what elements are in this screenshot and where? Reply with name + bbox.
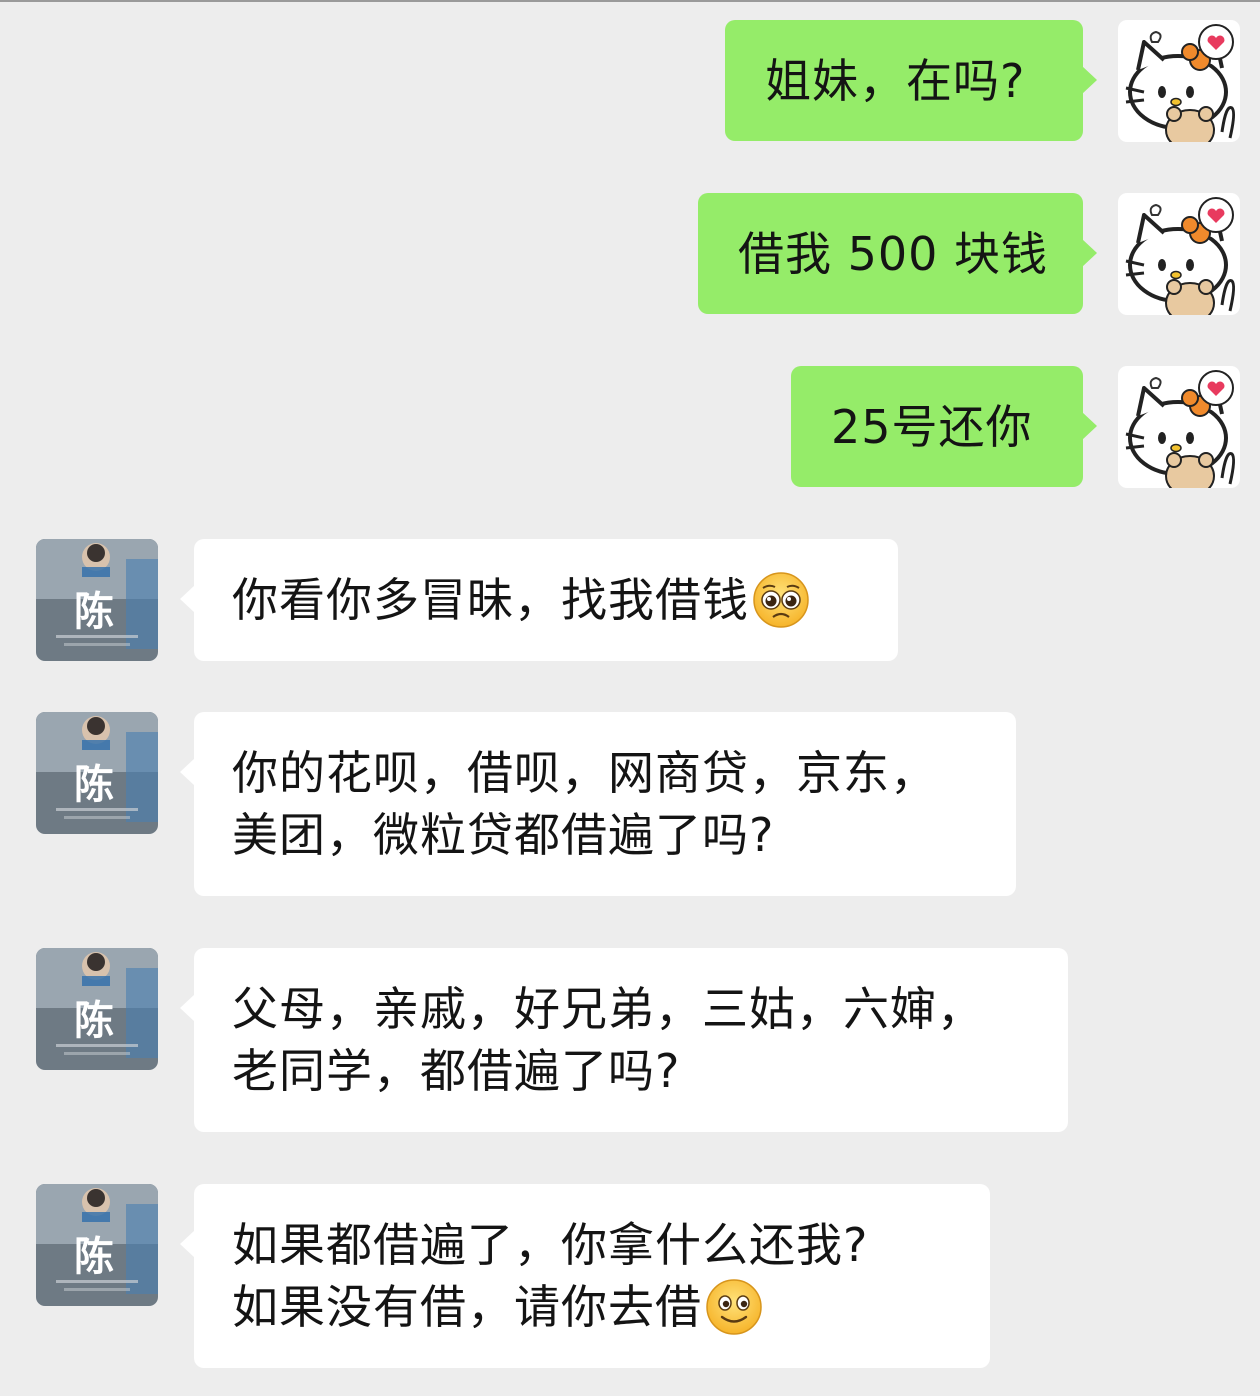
hello-kitty-icon	[1118, 20, 1240, 142]
avatar-character: 陈	[74, 1234, 114, 1280]
sent-message-bubble[interactable]: 姐妹，在吗?	[725, 20, 1097, 141]
message-line: 父母，亲戚，好兄弟，三姑，六婶，	[232, 982, 984, 1036]
pleading-face-icon	[751, 570, 811, 645]
sent-message-bubble[interactable]: 25号还你	[791, 366, 1097, 487]
message-text: 姐妹，在吗?	[765, 54, 1026, 108]
self-avatar[interactable]	[1118, 20, 1240, 142]
received-message-bubble[interactable]: 你的花呗，借呗，网商贷，京东， 美团，微粒贷都借遍了吗?	[180, 712, 1016, 896]
avatar-character: 陈	[74, 998, 114, 1044]
received-message-bubble[interactable]: 如果都借遍了，你拿什么还我? 如果没有借，请你去借	[180, 1184, 990, 1368]
hello-kitty-icon	[1118, 193, 1240, 315]
sent-message-bubble[interactable]: 借我 500 块钱	[698, 193, 1097, 314]
received-message-bubble[interactable]: 你看你多冒昧，找我借钱	[180, 539, 898, 661]
message-text: 借我 500 块钱	[738, 227, 1049, 281]
message-line: 如果没有借，请你去借	[232, 1276, 990, 1338]
contact-avatar[interactable]: 陈	[36, 539, 158, 661]
avatar-character: 陈	[74, 762, 114, 808]
message-line: 美团，微粒贷都借遍了吗?	[232, 808, 775, 862]
received-message-bubble[interactable]: 父母，亲戚，好兄弟，三姑，六婶， 老同学，都借遍了吗?	[180, 948, 1068, 1132]
smiling-face-icon	[704, 1277, 764, 1352]
contact-avatar[interactable]: 陈	[36, 948, 158, 1070]
message-line: 你看你多冒昧，找我借钱	[232, 569, 898, 631]
message-line: 如果都借遍了，你拿什么还我?	[232, 1218, 869, 1272]
self-avatar[interactable]	[1118, 366, 1240, 488]
top-border	[0, 0, 1260, 2]
avatar-character: 陈	[74, 589, 114, 635]
hello-kitty-icon	[1118, 366, 1240, 488]
message-line: 老同学，都借遍了吗?	[232, 1044, 681, 1098]
message-line: 你的花呗，借呗，网商贷，京东，	[232, 746, 937, 800]
message-text: 25号还你	[831, 400, 1033, 454]
contact-avatar[interactable]: 陈	[36, 1184, 158, 1306]
contact-avatar[interactable]: 陈	[36, 712, 158, 834]
self-avatar[interactable]	[1118, 193, 1240, 315]
